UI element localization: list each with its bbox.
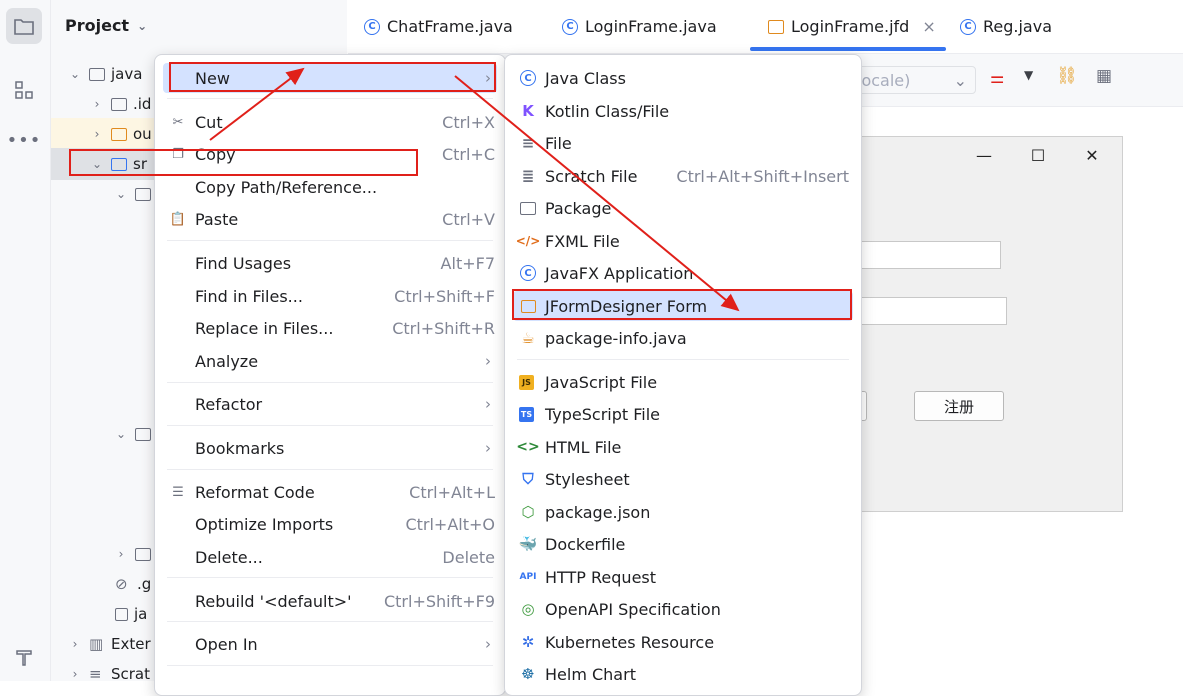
annotation-arrows [209, 67, 740, 312]
annotation-arrow-to-jformdesigner [454, 75, 740, 312]
annotation-arrow-to-new [209, 67, 305, 141]
